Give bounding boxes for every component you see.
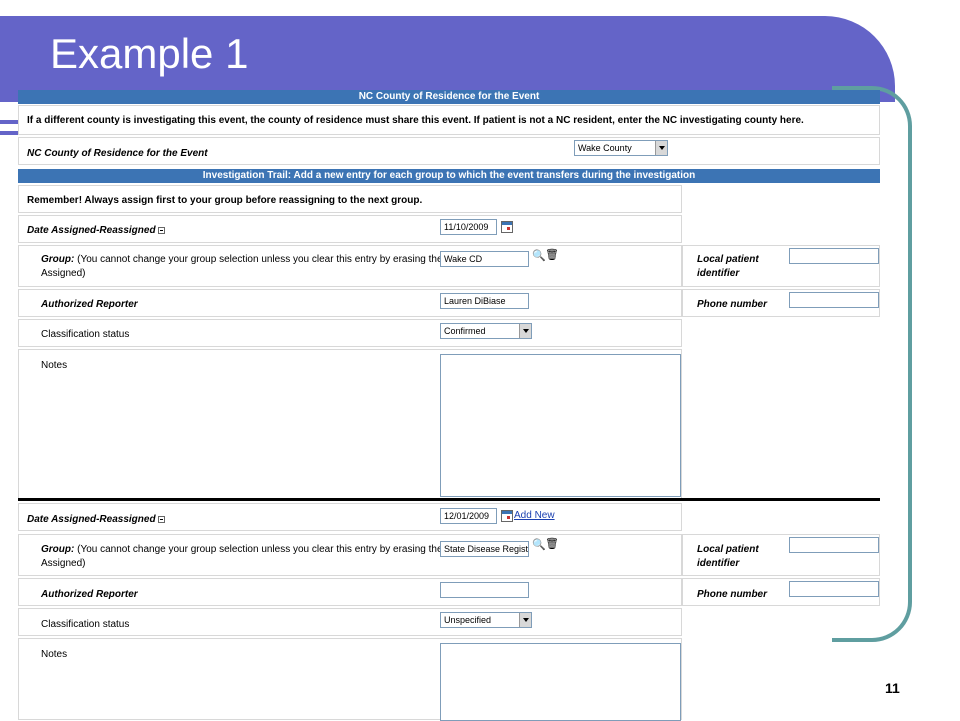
entry2-reporter-input[interactable]: [440, 582, 529, 598]
entry1-group-input[interactable]: Wake CD: [440, 251, 529, 267]
residence-county-select[interactable]: Wake County: [574, 140, 668, 156]
chevron-down-icon: [519, 613, 531, 627]
reminder-row: Remember! Always assign first to your gr…: [18, 185, 682, 213]
residence-county-value: Wake County: [578, 143, 632, 153]
entry1-status-row: Classification status Confirmed: [18, 319, 682, 347]
trash-icon[interactable]: 🗑: [545, 539, 559, 550]
entry2-group-row: Group: (You cannot change your group sel…: [18, 534, 682, 576]
collapse-icon[interactable]: [157, 516, 165, 523]
calendar-icon[interactable]: [501, 221, 513, 233]
entry2-notes-label: Notes: [41, 649, 68, 660]
search-icon[interactable]: 🔍: [532, 540, 546, 551]
entry2-group-input[interactable]: State Disease Registrar: [440, 541, 529, 557]
entry2-status-select[interactable]: Unspecified: [440, 612, 532, 628]
entry1-notes-row: Notes: [18, 349, 682, 499]
entry1-status-label: Classification status: [41, 329, 130, 340]
residence-note: If a different county is investigating t…: [27, 115, 804, 126]
entry1-notes-textarea[interactable]: [440, 354, 681, 497]
entry2-status-row: Classification status Unspecified: [18, 608, 682, 636]
entry-divider: [18, 498, 880, 501]
entry1-phone-input[interactable]: [789, 292, 879, 308]
entry2-localid-label2: identifier: [697, 558, 740, 569]
entry2-localid-input[interactable]: [789, 537, 879, 553]
entry1-localid-row: Local patient identifier: [682, 245, 880, 287]
entry2-localid-label: Local patient: [697, 544, 759, 555]
entry2-date-row: Date Assigned-Reassigned 12/01/2009 Add …: [18, 503, 682, 531]
entry1-phone-label: Phone number: [697, 299, 768, 310]
entry2-group-text: Group: (You cannot change your group sel…: [41, 544, 467, 555]
entry2-reporter-label: Authorized Reporter: [41, 589, 138, 600]
entry1-localid-label2: identifier: [697, 268, 740, 279]
entry1-date-label: Date Assigned-Reassigned: [27, 225, 165, 236]
trash-icon[interactable]: 🗑: [545, 250, 559, 261]
slide-title: Example 1: [50, 30, 249, 77]
entry1-notes-label: Notes: [41, 360, 68, 371]
collapse-icon[interactable]: [157, 227, 165, 234]
entry2-status-value: Unspecified: [444, 615, 492, 625]
entry1-localid-input[interactable]: [789, 248, 879, 264]
entry2-reporter-row: Authorized Reporter: [18, 578, 682, 606]
chevron-down-icon: [519, 324, 531, 338]
residence-row: NC County of Residence for the Event Wak…: [18, 137, 880, 165]
entry1-group-row: Group: (You cannot change your group sel…: [18, 245, 682, 287]
decorative-bars: [0, 120, 18, 142]
residence-note-row: If a different county is investigating t…: [18, 105, 880, 135]
add-new-link[interactable]: Add New: [514, 510, 555, 521]
entry1-status-value: Confirmed: [444, 326, 486, 336]
search-icon[interactable]: 🔍: [532, 251, 546, 262]
entry2-phone-row: Phone number: [682, 578, 880, 606]
entry1-date-row: Date Assigned-Reassigned 11/10/2009: [18, 215, 682, 243]
entry1-reporter-row: Authorized Reporter Lauren DiBiase: [18, 289, 682, 317]
residence-label: NC County of Residence for the Event: [27, 148, 208, 159]
entry1-reporter-input[interactable]: Lauren DiBiase: [440, 293, 529, 309]
entry2-notes-row: Notes: [18, 638, 682, 721]
entry2-phone-input[interactable]: [789, 581, 879, 597]
residence-section-header: NC County of Residence for the Event: [18, 90, 880, 104]
entry2-phone-label: Phone number: [697, 589, 768, 600]
chevron-down-icon: [655, 141, 667, 155]
entry1-date-input[interactable]: 11/10/2009: [440, 219, 497, 235]
entry1-group-text: Group: (You cannot change your group sel…: [41, 254, 467, 265]
entry1-phone-row: Phone number: [682, 289, 880, 317]
slide-number: 11: [885, 680, 900, 696]
entry2-date-label: Date Assigned-Reassigned: [27, 514, 165, 525]
entry1-status-select[interactable]: Confirmed: [440, 323, 532, 339]
entry1-reporter-label: Authorized Reporter: [41, 299, 138, 310]
calendar-icon[interactable]: [501, 510, 513, 522]
reminder-text: Remember! Always assign first to your gr…: [27, 195, 423, 206]
entry1-localid-label: Local patient: [697, 254, 759, 265]
entry2-status-label: Classification status: [41, 619, 130, 630]
trail-section-header: Investigation Trail: Add a new entry for…: [18, 169, 880, 183]
entry2-date-input[interactable]: 12/01/2009: [440, 508, 497, 524]
entry1-group-note2: Assigned): [41, 268, 86, 279]
entry2-localid-row: Local patient identifier: [682, 534, 880, 576]
entry2-group-note2: Assigned): [41, 558, 86, 569]
entry2-notes-textarea[interactable]: [440, 643, 681, 721]
